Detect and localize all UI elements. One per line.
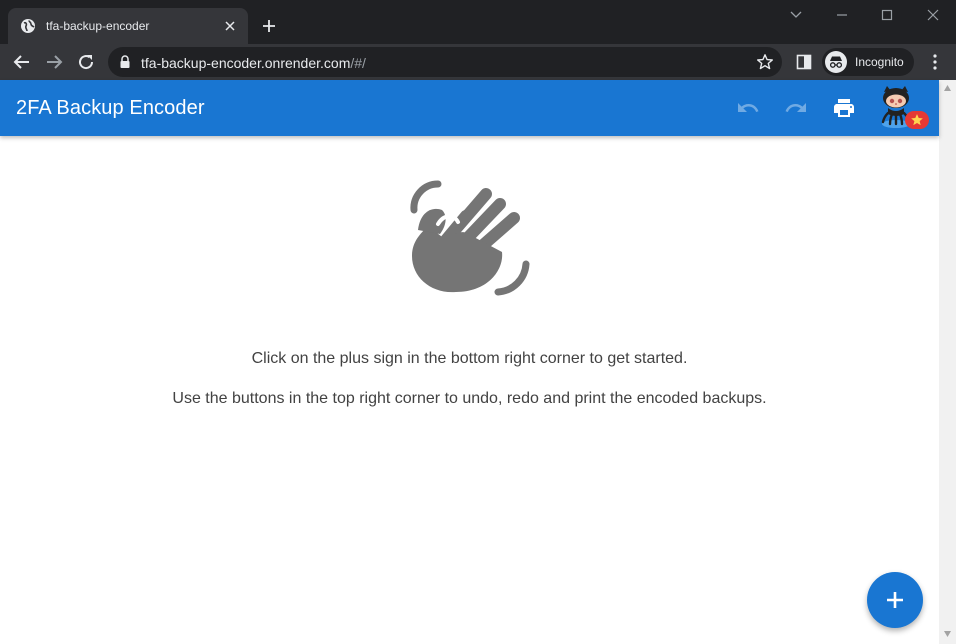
close-icon[interactable] (222, 18, 238, 34)
waving-hand-icon (402, 176, 534, 300)
minimize-icon[interactable] (833, 6, 851, 24)
incognito-profile-button[interactable]: Incognito (822, 48, 914, 76)
star-badge-icon (905, 111, 929, 129)
window-close-icon[interactable] (924, 6, 942, 24)
scroll-up-arrow-icon[interactable] (943, 84, 952, 92)
back-icon[interactable] (10, 50, 34, 74)
side-panel-icon[interactable] (792, 50, 816, 74)
app-bar: 2FA Backup Encoder (0, 80, 939, 136)
incognito-icon (825, 51, 847, 73)
browser-tab[interactable]: tfa-backup-encoder (8, 8, 248, 44)
url-path: /#/ (350, 55, 366, 71)
reload-icon[interactable] (74, 50, 98, 74)
url-host: tfa-backup-encoder.onrender.com (141, 55, 351, 71)
bookmark-star-icon[interactable] (756, 53, 774, 71)
redo-icon[interactable] (784, 96, 808, 120)
lock-icon[interactable] (119, 55, 131, 69)
undo-icon[interactable] (736, 96, 760, 120)
incognito-label: Incognito (855, 55, 904, 69)
browser-tabstrip: tfa-backup-encoder (0, 0, 956, 44)
browser-menu-icon[interactable] (923, 50, 947, 74)
vertical-scrollbar[interactable] (939, 80, 956, 644)
browser-toolbar: tfa-backup-encoder.onrender.com/#/ Incog… (0, 44, 956, 80)
app-title: 2FA Backup Encoder (16, 97, 205, 119)
address-bar[interactable]: tfa-backup-encoder.onrender.com/#/ (108, 47, 782, 77)
tab-title: tfa-backup-encoder (46, 19, 150, 33)
url-text[interactable]: tfa-backup-encoder.onrender.com/#/ (141, 55, 366, 71)
maximize-icon[interactable] (878, 6, 896, 24)
tab-search-icon[interactable] (787, 6, 805, 24)
scroll-down-arrow-icon[interactable] (943, 630, 952, 638)
forward-icon[interactable] (42, 50, 66, 74)
add-icon (886, 591, 904, 609)
empty-state-message-1: Click on the plus sign in the bottom rig… (251, 350, 688, 367)
add-button[interactable] (867, 572, 923, 628)
new-tab-button[interactable] (258, 15, 280, 37)
globe-icon (20, 18, 36, 34)
empty-state-message-2: Use the buttons in the top right corner … (172, 390, 767, 407)
print-icon[interactable] (832, 96, 856, 120)
